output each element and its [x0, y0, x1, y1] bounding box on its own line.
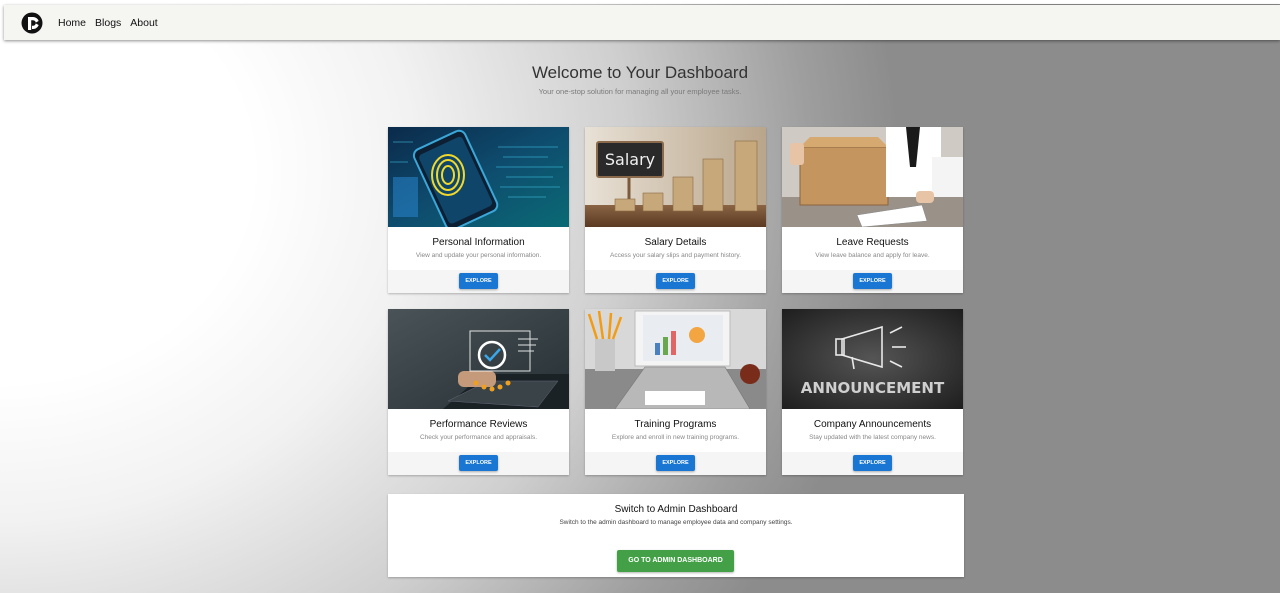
card-title: Leave Requests — [836, 237, 909, 248]
salary-coins-image: Salary — [585, 127, 766, 227]
announcement-sign-text: ANNOUNCEMENT — [801, 379, 945, 397]
page-title: Welcome to Your Dashboard — [531, 63, 749, 82]
card-training-programs: Training Programs Explore and enroll in … — [585, 309, 766, 475]
go-to-admin-dashboard-button[interactable]: GO TO ADMIN DASHBOARD — [617, 550, 734, 572]
card-description: Stay updated with the latest company new… — [809, 434, 936, 441]
card-personal-information: Personal Information View and update you… — [388, 127, 569, 293]
page-subtitle: Your one-stop solution for managing all … — [538, 87, 742, 96]
card-salary-details: Salary Salary Details Access your salary… — [585, 127, 766, 293]
explore-company-announcements-button[interactable]: EXPLORE — [853, 455, 892, 471]
card-leave-requests: Leave Requests View leave balance and ap… — [782, 127, 963, 293]
card-title: Training Programs — [634, 419, 717, 430]
fingerprint-phone-image — [388, 127, 569, 227]
card-title: Salary Details — [644, 237, 707, 248]
admin-card-title: Switch to Admin Dashboard — [614, 504, 738, 515]
card-description: View and update your personal informatio… — [415, 252, 542, 259]
card-title: Company Announcements — [813, 419, 932, 430]
card-description: View leave balance and apply for leave. — [815, 252, 930, 259]
explore-salary-details-button[interactable]: EXPLORE — [656, 273, 695, 289]
explore-personal-information-button[interactable]: EXPLORE — [459, 273, 498, 289]
card-description: Explore and enroll in new training progr… — [611, 434, 740, 441]
card-title: Performance Reviews — [429, 419, 528, 430]
training-desk-image — [585, 309, 766, 409]
card-performance-reviews: Performance Reviews Check your performan… — [388, 309, 569, 475]
explore-leave-requests-button[interactable]: EXPLORE — [853, 273, 892, 289]
nav-link-blogs[interactable]: Blogs — [95, 17, 121, 29]
card-title: Personal Information — [432, 237, 525, 248]
admin-card-description: Switch to the admin dashboard to manage … — [559, 519, 793, 526]
nav-link-home[interactable]: Home — [58, 17, 86, 29]
announcement-megaphone-image: ANNOUNCEMENT — [782, 309, 963, 409]
explore-training-programs-button[interactable]: EXPLORE — [656, 455, 695, 471]
brand-logo-icon[interactable] — [21, 12, 43, 34]
card-description: Access your salary slips and payment his… — [609, 252, 741, 259]
nav-link-about[interactable]: About — [130, 17, 157, 29]
admin-switch-card: Switch to Admin Dashboard Switch to the … — [388, 494, 964, 577]
top-edge — [0, 0, 1280, 4]
explore-performance-reviews-button[interactable]: EXPLORE — [459, 455, 498, 471]
leave-box-image — [782, 127, 963, 227]
salary-sign-text: Salary — [605, 150, 655, 169]
card-company-announcements: ANNOUNCEMENT Company Announcements Stay … — [782, 309, 963, 475]
nav-links: Home Blogs About — [58, 5, 167, 40]
top-navbar: Home Blogs About — [4, 5, 1280, 40]
performance-laptop-image — [388, 309, 569, 409]
card-description: Check your performance and appraisals. — [419, 434, 538, 441]
